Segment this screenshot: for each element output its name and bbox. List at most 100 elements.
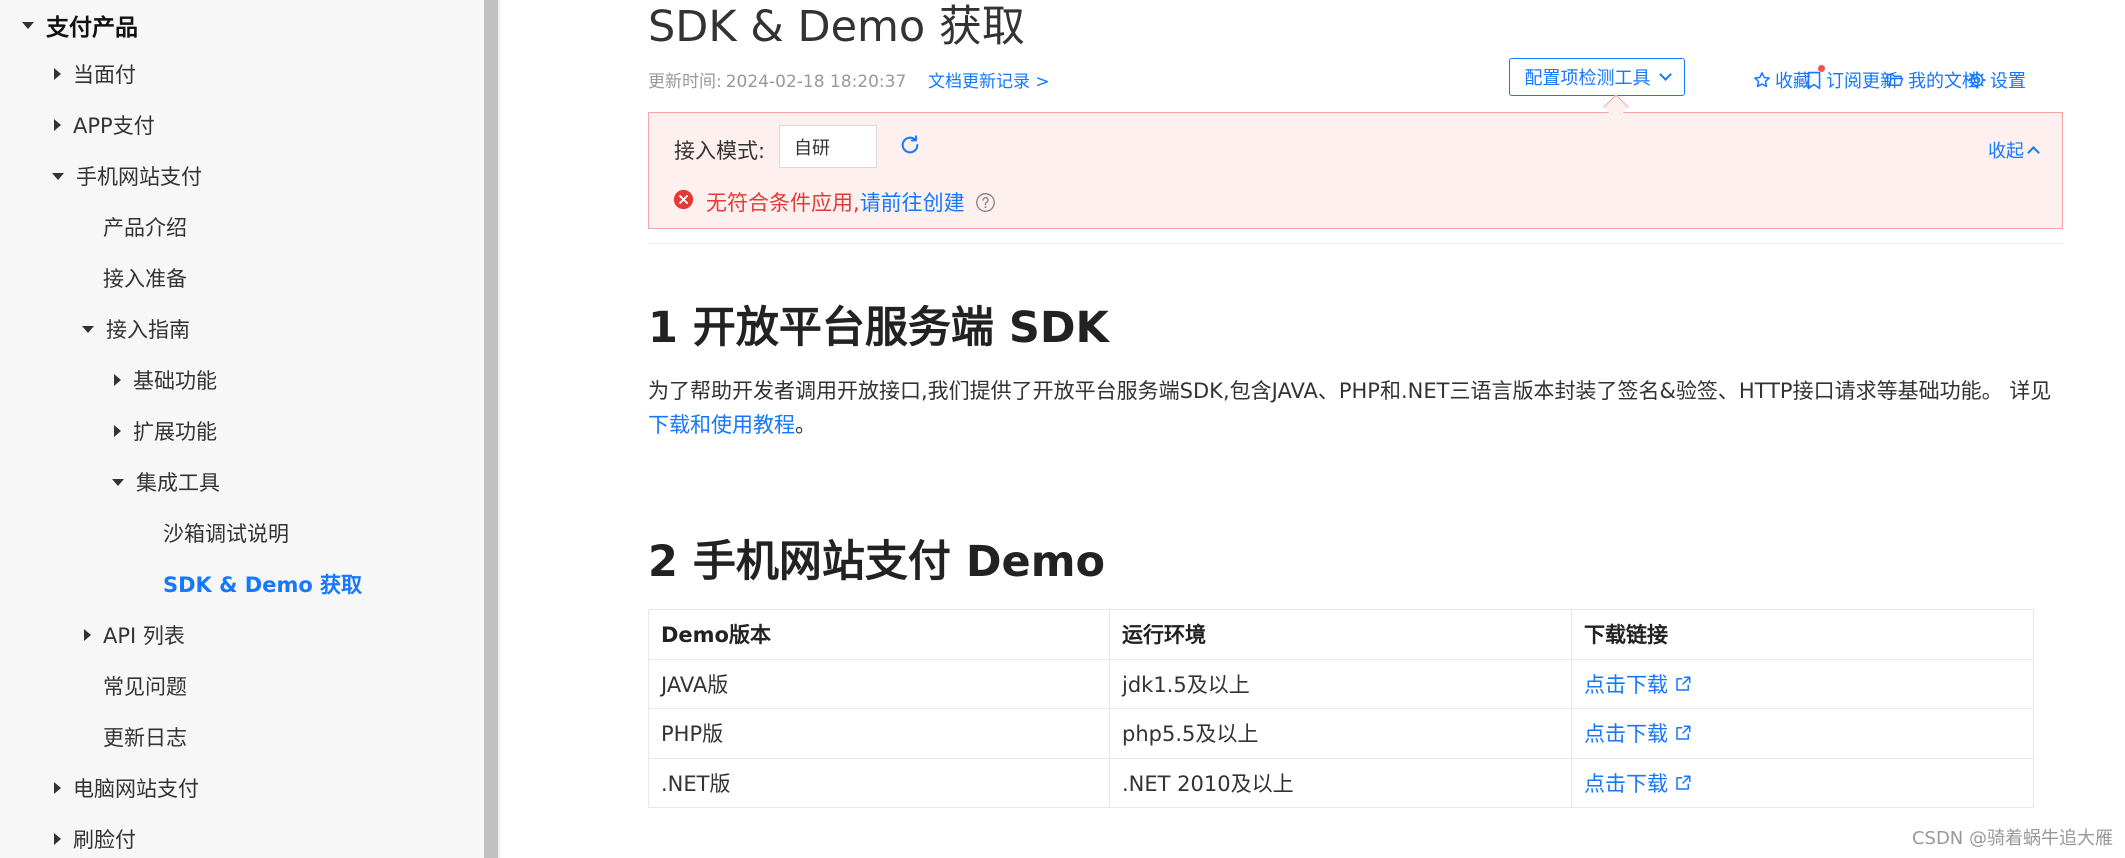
sidebar-item-label: 手机网站支付 <box>76 165 202 189</box>
sidebar-item-pc-web-pay[interactable]: 电脑网站支付 <box>54 773 199 803</box>
sidebar-item-payment-products[interactable]: 支付产品 <box>22 8 138 42</box>
sdk-description-end: 。 <box>795 413 816 437</box>
main-content: SDK & Demo 获取 更新时间: 2024-02-18 18:20:37 文… <box>500 0 2125 858</box>
folder-open-icon <box>1886 72 1904 88</box>
sidebar-nav: 支付产品 当面付 APP支付 手机网站支付 产品介绍 接入准备 接入指南 基础功… <box>0 0 484 858</box>
config-check-tool-button[interactable]: 配置项检测工具 <box>1509 58 1685 96</box>
download-link-label: 点击下载 <box>1584 771 1668 796</box>
my-docs-button[interactable]: 我的文档 <box>1886 67 1980 93</box>
caret-right-icon <box>114 425 121 437</box>
updated-label: 更新时间: <box>648 72 722 92</box>
caret-right-icon <box>114 374 121 386</box>
sidebar-item-guide[interactable]: 接入指南 <box>82 314 190 344</box>
sidebar-item-label: 基础功能 <box>133 369 217 393</box>
sidebar-item-extended-features[interactable]: 扩展功能 <box>114 416 217 446</box>
external-link-icon <box>1674 675 1692 693</box>
sidebar-item-mobile-web-pay[interactable]: 手机网站支付 <box>52 161 202 191</box>
sidebar-item-preparation[interactable]: 接入准备 <box>103 263 187 293</box>
sidebar-item-label: 沙箱调试说明 <box>163 522 289 546</box>
download-link[interactable]: 点击下载 <box>1584 718 1692 748</box>
caret-right-icon <box>54 119 61 131</box>
sidebar-item-sandbox[interactable]: 沙箱调试说明 <box>163 518 289 548</box>
table-cell: PHP版 <box>648 708 1110 759</box>
sdk-description: 为了帮助开发者调用开放接口,我们提供了开放平台服务端SDK,包含JAVA、PHP… <box>648 374 2058 442</box>
sidebar-item-label: 支付产品 <box>46 15 138 41</box>
updated-time: 2024-02-18 18:20:37 <box>725 72 907 92</box>
update-meta: 更新时间: 2024-02-18 18:20:37 <box>648 67 906 92</box>
section-heading-sdk: 1 开放平台服务端 SDK <box>648 303 1109 353</box>
sidebar-item-basic-features[interactable]: 基础功能 <box>114 365 217 395</box>
chevron-down-icon <box>1658 68 1672 81</box>
settings-button[interactable]: 设置 <box>1968 67 2026 93</box>
table-cell: php5.5及以上 <box>1109 708 1572 759</box>
caret-down-icon <box>112 478 124 486</box>
column-header: 下载链接 <box>1571 609 2034 660</box>
sidebar-item-face-pay[interactable]: 刷脸付 <box>54 824 136 854</box>
sidebar-item-changelog[interactable]: 更新日志 <box>103 722 187 752</box>
refresh-icon[interactable] <box>899 134 921 160</box>
column-header: Demo版本 <box>648 609 1110 660</box>
notification-dot <box>1818 64 1825 72</box>
config-check-tool-label: 配置项检测工具 <box>1524 68 1651 89</box>
chevron-up-icon <box>2027 146 2040 159</box>
section-divider <box>648 243 2063 244</box>
download-link-label: 点击下载 <box>1584 672 1668 697</box>
access-mode-panel: 接入模式: 自研 收起 无符合条件应用, 请前往创建 <box>648 112 2063 229</box>
caret-right-icon <box>54 782 61 794</box>
section-heading-demo: 2 手机网站支付 Demo <box>648 537 1106 587</box>
sidebar-item-label: 当面付 <box>73 63 136 87</box>
sidebar-item-app-pay[interactable]: APP支付 <box>54 110 155 140</box>
table-cell: JAVA版 <box>648 658 1110 709</box>
download-link-label: 点击下载 <box>1584 722 1668 747</box>
sidebar-item-label: SDK & Demo 获取 <box>163 573 363 597</box>
sidebar-item-label: 更新日志 <box>103 726 187 750</box>
sidebar-item-product-intro[interactable]: 产品介绍 <box>103 212 187 242</box>
sidebar-item-label: API 列表 <box>103 624 185 648</box>
sdk-description-text: 为了帮助开发者调用开放接口,我们提供了开放平台服务端SDK,包含JAVA、PHP… <box>648 379 2052 403</box>
changelog-link[interactable]: 文档更新记录 > <box>928 67 1050 92</box>
error-circle-icon <box>673 189 694 215</box>
star-icon <box>1753 71 1771 89</box>
sidebar-item-label: 接入准备 <box>103 267 187 291</box>
table-cell: .NET版 <box>648 757 1110 808</box>
download-tutorial-link[interactable]: 下载和使用教程 <box>648 413 795 437</box>
external-link-icon <box>1674 724 1692 742</box>
create-app-link[interactable]: 请前往创建 <box>860 187 965 217</box>
caret-down-icon <box>52 172 64 180</box>
table-cell: 点击下载 <box>1571 658 2034 709</box>
sidebar-item-label: APP支付 <box>73 114 155 138</box>
collapse-button[interactable]: 收起 <box>1988 137 2040 163</box>
sidebar-item-face-to-face[interactable]: 当面付 <box>54 59 136 89</box>
table-header-row: Demo版本 运行环境 下载链接 <box>648 609 2034 660</box>
collapse-label: 收起 <box>1988 141 2024 162</box>
caret-down-icon <box>22 21 34 29</box>
table-cell: jdk1.5及以上 <box>1109 658 1572 709</box>
sidebar-scrollbar-thumb[interactable] <box>484 0 498 858</box>
sidebar-item-api-list[interactable]: API 列表 <box>84 620 185 650</box>
column-header: 运行环境 <box>1109 609 1572 660</box>
favorite-button[interactable]: 收藏 <box>1753 67 1811 93</box>
sidebar-item-label: 常见问题 <box>103 675 187 699</box>
demo-table: Demo版本 运行环境 下载链接 JAVA版 jdk1.5及以上 点击下载 PH… <box>648 609 2034 808</box>
download-link[interactable]: 点击下载 <box>1584 768 1692 798</box>
sidebar-item-faq[interactable]: 常见问题 <box>103 671 187 701</box>
caret-right-icon <box>54 833 61 845</box>
sidebar-item-sdk-demo[interactable]: SDK & Demo 获取 <box>163 569 362 599</box>
page-title: SDK & Demo 获取 <box>648 2 1025 52</box>
sidebar-item-label: 刷脸付 <box>73 828 136 852</box>
subscribe-button[interactable]: 订阅更新 <box>1806 64 1898 93</box>
sidebar-item-integration-tools[interactable]: 集成工具 <box>112 467 220 497</box>
download-link[interactable]: 点击下载 <box>1584 669 1692 699</box>
table-row: PHP版 php5.5及以上 点击下载 <box>648 708 2034 759</box>
access-mode-select[interactable]: 自研 <box>779 125 877 168</box>
csdn-watermark: CSDN @骑着蜗牛追大雁 <box>1911 828 2113 849</box>
table-cell: 点击下载 <box>1571 757 2034 808</box>
help-circle-icon[interactable] <box>975 192 996 213</box>
table-cell: 点击下载 <box>1571 708 2034 759</box>
external-link-icon <box>1674 774 1692 792</box>
table-row: .NET版 .NET 2010及以上 点击下载 <box>648 757 2034 808</box>
gear-icon <box>1968 71 1986 89</box>
caret-right-icon <box>54 68 61 80</box>
settings-label: 设置 <box>1990 71 2026 92</box>
table-cell: .NET 2010及以上 <box>1109 757 1572 808</box>
